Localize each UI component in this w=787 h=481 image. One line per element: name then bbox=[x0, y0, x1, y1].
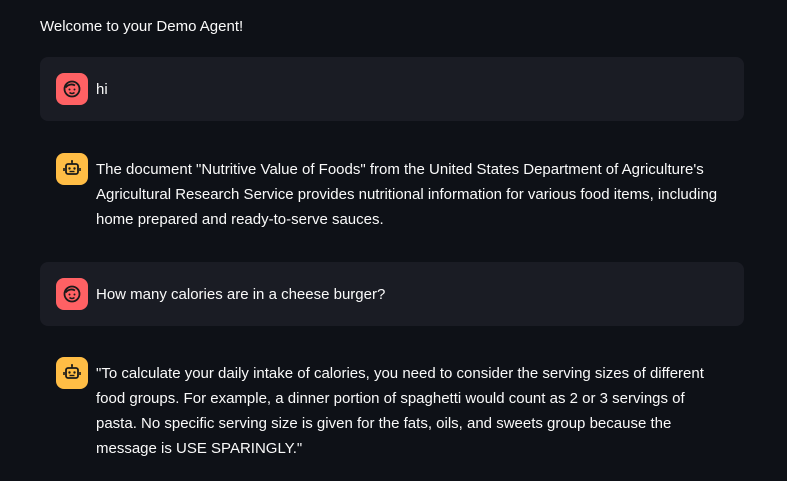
message-text: hi bbox=[96, 81, 108, 98]
assistant-avatar bbox=[56, 153, 88, 185]
user-face-icon bbox=[63, 285, 81, 303]
robot-icon bbox=[63, 364, 81, 379]
assistant-avatar bbox=[56, 357, 88, 389]
user-avatar bbox=[56, 278, 88, 310]
chat-message-user: hi bbox=[40, 57, 744, 121]
message-text: The document "Nutritive Value of Foods" … bbox=[96, 161, 722, 228]
chat-message-assistant: "To calculate your daily intake of calor… bbox=[40, 357, 744, 461]
chat-message-assistant: The document "Nutritive Value of Foods" … bbox=[40, 153, 744, 232]
user-avatar bbox=[56, 73, 88, 105]
robot-icon bbox=[63, 160, 81, 175]
message-text: "To calculate your daily intake of calor… bbox=[96, 365, 709, 457]
chat-message-user: How many calories are in a cheese burger… bbox=[40, 262, 744, 326]
user-face-icon bbox=[63, 80, 81, 98]
message-text: How many calories are in a cheese burger… bbox=[96, 286, 386, 303]
welcome-text: Welcome to your Demo Agent! bbox=[40, 18, 244, 35]
